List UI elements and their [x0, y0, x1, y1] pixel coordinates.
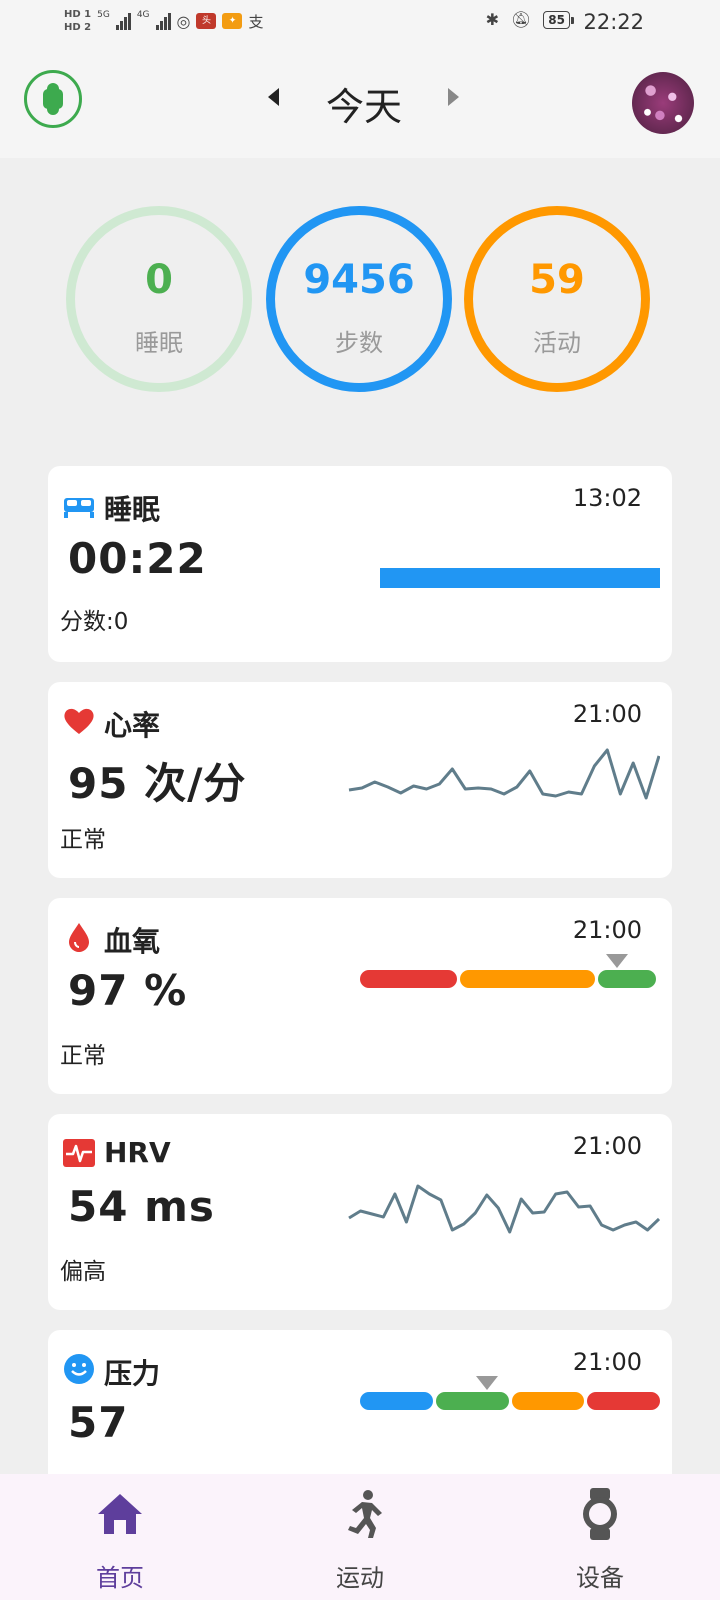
- stress-value: 57: [68, 1398, 129, 1447]
- hd-2: HD 2: [64, 22, 92, 33]
- pulse-icon: [63, 1139, 95, 1167]
- home-icon: [98, 1494, 142, 1534]
- hrv-trend-line: [348, 1184, 660, 1234]
- nav-device-label: 设备: [576, 1564, 624, 1592]
- hrv-value: 54 ms: [68, 1182, 215, 1231]
- activity-ring-value: 59: [529, 257, 585, 303]
- sleep-ring[interactable]: 0 睡眠: [66, 206, 252, 392]
- spo2-mid-segment: [460, 970, 595, 988]
- signal-icon-2: [155, 12, 171, 30]
- stress-high-segment: [587, 1392, 660, 1410]
- prev-day-arrow-icon[interactable]: [268, 88, 279, 106]
- sleep-card-title: 睡眠: [104, 493, 161, 526]
- top-bar: 今天: [0, 48, 720, 158]
- spo2-low-segment: [360, 970, 457, 988]
- hotspot-icon: ◎: [176, 11, 191, 31]
- status-time: 22:22: [583, 10, 644, 34]
- heart-rate-trend-line: [348, 748, 660, 800]
- avatar[interactable]: [632, 72, 694, 134]
- hrv-card[interactable]: HRV 21:00 54 ms 偏高: [48, 1114, 672, 1310]
- spo2-value: 97 %: [68, 966, 188, 1015]
- bluetooth-icon: ✱: [485, 10, 499, 29]
- sleep-duration: 00:22: [68, 534, 207, 583]
- net-4g: 4G: [136, 10, 150, 20]
- activity-ring[interactable]: 59 活动: [464, 206, 650, 392]
- nav-home-label: 首页: [96, 1564, 144, 1592]
- sleep-score: 分数:0: [60, 609, 129, 635]
- status-right: ✱ 🔕︎ 85: [485, 10, 574, 29]
- heart-rate-status: 正常: [60, 827, 106, 853]
- hrv-status: 偏高: [60, 1259, 106, 1285]
- signal-icon: [115, 12, 131, 30]
- watch-device-icon: [583, 1488, 617, 1540]
- stress-level-pointer: [476, 1376, 498, 1390]
- sleep-ring-label: 睡眠: [135, 329, 183, 357]
- sleep-ring-value: 0: [145, 257, 173, 303]
- hrv-card-title: HRV: [104, 1136, 171, 1169]
- heart-icon: [64, 708, 94, 734]
- spo2-card-time: 21:00: [572, 916, 642, 944]
- toutiao-app-icon: 头: [196, 13, 217, 29]
- status-left: HD 1 HD 2 5G 4G ◎ 头 ✦ 支: [64, 8, 264, 34]
- nav-sport[interactable]: 运动: [260, 1474, 460, 1600]
- sleep-card-time: 13:02: [572, 484, 642, 512]
- app-notification-icon: ✦: [222, 13, 243, 29]
- stress-card-title: 压力: [104, 1357, 161, 1390]
- steps-ring-value: 9456: [303, 257, 415, 303]
- stress-relaxed-segment: [360, 1392, 433, 1410]
- next-day-arrow-icon[interactable]: [448, 88, 459, 106]
- activity-ring-label: 活动: [533, 329, 581, 357]
- steps-ring-label: 步数: [335, 329, 383, 357]
- nav-device[interactable]: 设备: [500, 1474, 700, 1600]
- stress-range-bar: [360, 1392, 660, 1410]
- bottom-nav: 首页 运动 设备: [0, 1474, 720, 1600]
- nav-home[interactable]: 首页: [20, 1474, 220, 1600]
- heart-rate-card-title: 心率: [104, 709, 161, 742]
- heart-rate-value: 95 次/分: [68, 759, 247, 808]
- spo2-card[interactable]: 血氧 21:00 97 % 正常: [48, 898, 672, 1094]
- status-bar: HD 1 HD 2 5G 4G ◎ 头 ✦ 支 ✱ 🔕︎ 85 22:22: [0, 0, 720, 48]
- spo2-level-pointer: [606, 954, 628, 968]
- stress-card-time: 21:00: [572, 1348, 642, 1376]
- alipay-icon: 支: [248, 12, 264, 31]
- nav-sport-label: 运动: [336, 1564, 384, 1592]
- hd-1: HD 1: [64, 9, 92, 20]
- spo2-card-title: 血氧: [104, 925, 161, 958]
- heart-rate-sparkline: [348, 748, 660, 800]
- hrv-sparkline: [348, 1184, 660, 1234]
- running-icon: [348, 1490, 382, 1538]
- smiley-icon: [64, 1354, 94, 1384]
- steps-ring[interactable]: 9456 步数: [266, 206, 452, 392]
- stress-normal-segment: [435, 1392, 509, 1410]
- battery-icon: 85: [543, 10, 574, 29]
- page-title: 今天: [325, 85, 402, 129]
- hd-indicator: HD 1 HD 2: [64, 8, 91, 34]
- mute-icon: 🔕︎: [510, 10, 532, 29]
- sleep-stage-bar: [380, 568, 660, 588]
- net-5g: 5G: [97, 10, 110, 20]
- sleep-card[interactable]: 睡眠 13:02 00:22 分数:0: [48, 466, 672, 662]
- drop-icon: [69, 923, 89, 952]
- stress-medium-segment: [511, 1392, 585, 1410]
- spo2-status: 正常: [60, 1043, 106, 1069]
- watch-icon[interactable]: [24, 70, 82, 128]
- heart-rate-card[interactable]: 心率 21:00 95 次/分 正常: [48, 682, 672, 878]
- spo2-normal-segment: [598, 970, 656, 988]
- spo2-range-bar: [360, 970, 660, 988]
- bed-icon: [64, 498, 94, 518]
